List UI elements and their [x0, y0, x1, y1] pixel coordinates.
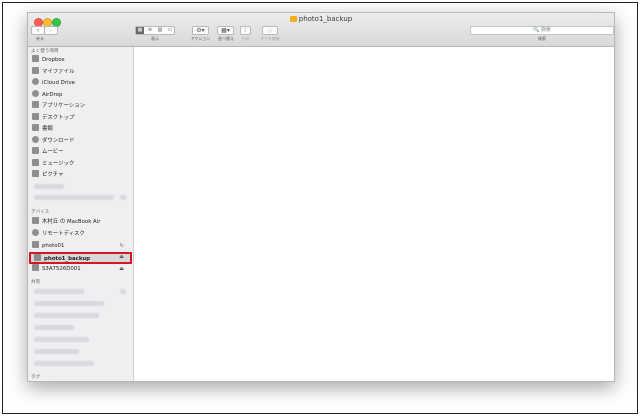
redacted-item: [34, 337, 89, 342]
sidebar-item-airdrop[interactable]: AirDrop: [32, 89, 132, 100]
gear-icon: ⚙▾: [196, 27, 205, 34]
sidebar-item-label: デスクトップ: [42, 114, 75, 121]
sidebar-item-label: 木村丘 の MacBook Air: [42, 219, 101, 225]
disk-icon: [32, 241, 39, 248]
shared-header: 共有: [31, 280, 41, 285]
sidebar-item-my-files[interactable]: マイファイル: [32, 66, 132, 77]
cover-flow-button[interactable]: ▭: [166, 27, 174, 34]
sidebar-item-movies[interactable]: ムービー: [32, 147, 132, 157]
eject-icon[interactable]: ⏏: [119, 254, 124, 260]
folder-icon: [289, 16, 297, 22]
disk-icon: [32, 264, 39, 271]
share-icon: ⇪: [242, 27, 249, 34]
share-label: 共有: [241, 36, 250, 41]
eject-icon[interactable]: ⏏: [119, 264, 124, 274]
redacted-item: [34, 301, 104, 306]
arrange-button[interactable]: ▦▾: [217, 26, 234, 35]
airdrop-icon: [32, 89, 39, 97]
icon-view-button[interactable]: ▦: [136, 27, 144, 34]
share-button[interactable]: ⇪: [240, 26, 251, 35]
sidebar-item-label: ダウンロード: [42, 137, 75, 144]
music-icon: [32, 158, 39, 166]
tags-header: タグ: [31, 375, 41, 380]
sidebar-item-downloads[interactable]: ダウンロード: [32, 135, 132, 146]
remote-disc-icon: [32, 229, 39, 236]
tags-button[interactable]: ◇: [262, 26, 278, 35]
laptop-icon: [32, 217, 39, 224]
view-segmented-control[interactable]: ▦ ≡ ▥ ▭: [135, 26, 175, 35]
redacted-item: [34, 349, 79, 354]
back-button[interactable]: ‹: [31, 26, 45, 35]
devices-header: デバイス: [31, 210, 50, 215]
file-content-area[interactable]: [134, 47, 614, 381]
sidebar-item-photo1-backup[interactable]: photo1_backup ⏏: [29, 252, 132, 264]
sidebar-item-dropbox[interactable]: Dropbox: [32, 55, 132, 65]
sidebar-item-label: photo1_backup: [44, 256, 91, 262]
sidebar-item-label: アプリケーション: [42, 103, 86, 109]
back-label: 戻る: [36, 36, 44, 41]
redacted-item: [34, 325, 74, 330]
desktop-icon: [32, 112, 39, 120]
pictures-icon: [32, 170, 39, 177]
redacted-item: [34, 313, 99, 318]
sidebar-item-label: リモートディスク: [42, 231, 85, 237]
redacted-item: [120, 195, 126, 200]
sidebar-item-documents[interactable]: 書類: [32, 124, 132, 134]
redacted-item: [34, 289, 84, 294]
title-bar: photo1_backup ‹ › 戻る ▦ ≡ ▥ ▭ 表示 ⚙▾ アクション…: [28, 13, 614, 47]
search-field[interactable]: 🔍 検索: [470, 26, 614, 35]
applications-icon: [32, 101, 39, 108]
dropbox-icon: [32, 55, 39, 62]
view-label: 表示: [151, 36, 159, 41]
search-icon: 🔍: [533, 27, 540, 33]
sidebar-item-applications[interactable]: アプリケーション: [32, 101, 132, 111]
window-title-text: photo1_backup: [298, 15, 353, 23]
action-label: アクション: [190, 36, 211, 41]
sidebar-item-icloud[interactable]: iCloud Drive: [32, 78, 132, 88]
sidebar-item-label: iCloud Drive: [42, 80, 75, 86]
arrange-icon: ▦▾: [221, 27, 230, 34]
search-placeholder: 検索: [540, 27, 551, 33]
redacted-item: [120, 289, 126, 294]
redacted-item: [34, 195, 114, 200]
list-view-button[interactable]: ≡: [146, 27, 154, 34]
movies-icon: [32, 147, 39, 154]
sidebar-item-label: マイファイル: [42, 68, 75, 75]
sync-icon: ↻: [119, 243, 124, 249]
tags-label: タグを編集: [260, 36, 280, 41]
action-button[interactable]: ⚙▾: [192, 26, 209, 35]
download-icon: [32, 135, 39, 143]
redacted-item: [34, 184, 64, 189]
sidebar-item-label: photo01: [42, 243, 65, 249]
window-title: photo1_backup: [28, 15, 614, 23]
arrange-label: 並べ替え: [218, 36, 234, 41]
sidebar-item-remote-disc[interactable]: リモートディスク: [32, 229, 132, 239]
sidebar-item-label: ミュージック: [42, 160, 75, 167]
sidebar-item-music[interactable]: ミュージック: [32, 158, 132, 169]
sidebar-item-label: 書類: [42, 126, 53, 132]
disk-icon: [34, 254, 41, 261]
sidebar-item-s3a7526d001[interactable]: S3A7526D001 ⏏: [32, 264, 132, 274]
column-view-button[interactable]: ▥: [156, 27, 164, 34]
documents-icon: [32, 124, 39, 131]
tag-icon: ◇: [267, 27, 273, 34]
redacted-item: [34, 361, 94, 366]
sidebar-item-label: S3A7526D001: [42, 266, 81, 272]
sidebar: よく使う項目 Dropbox マイファイル iCloud Drive AirDr…: [28, 47, 134, 381]
favorites-header: よく使う項目: [31, 49, 59, 54]
sidebar-item-macbook[interactable]: 木村丘 の MacBook Air: [32, 217, 132, 227]
all-my-files-icon: [32, 66, 39, 74]
cloud-icon: [32, 78, 39, 85]
sidebar-item-label: ムービー: [42, 149, 64, 155]
sidebar-item-photo01[interactable]: photo01 ↻: [32, 241, 132, 251]
sidebar-item-label: Dropbox: [42, 57, 65, 63]
sidebar-item-label: AirDrop: [42, 91, 63, 98]
forward-button[interactable]: ›: [44, 26, 58, 35]
sidebar-item-label: ピクチャ: [42, 172, 64, 178]
sidebar-item-pictures[interactable]: ピクチャ: [32, 170, 132, 180]
sidebar-item-desktop[interactable]: デスクトップ: [32, 112, 132, 123]
search-label: 検索: [538, 36, 546, 41]
finder-window: photo1_backup ‹ › 戻る ▦ ≡ ▥ ▭ 表示 ⚙▾ アクション…: [27, 12, 615, 382]
